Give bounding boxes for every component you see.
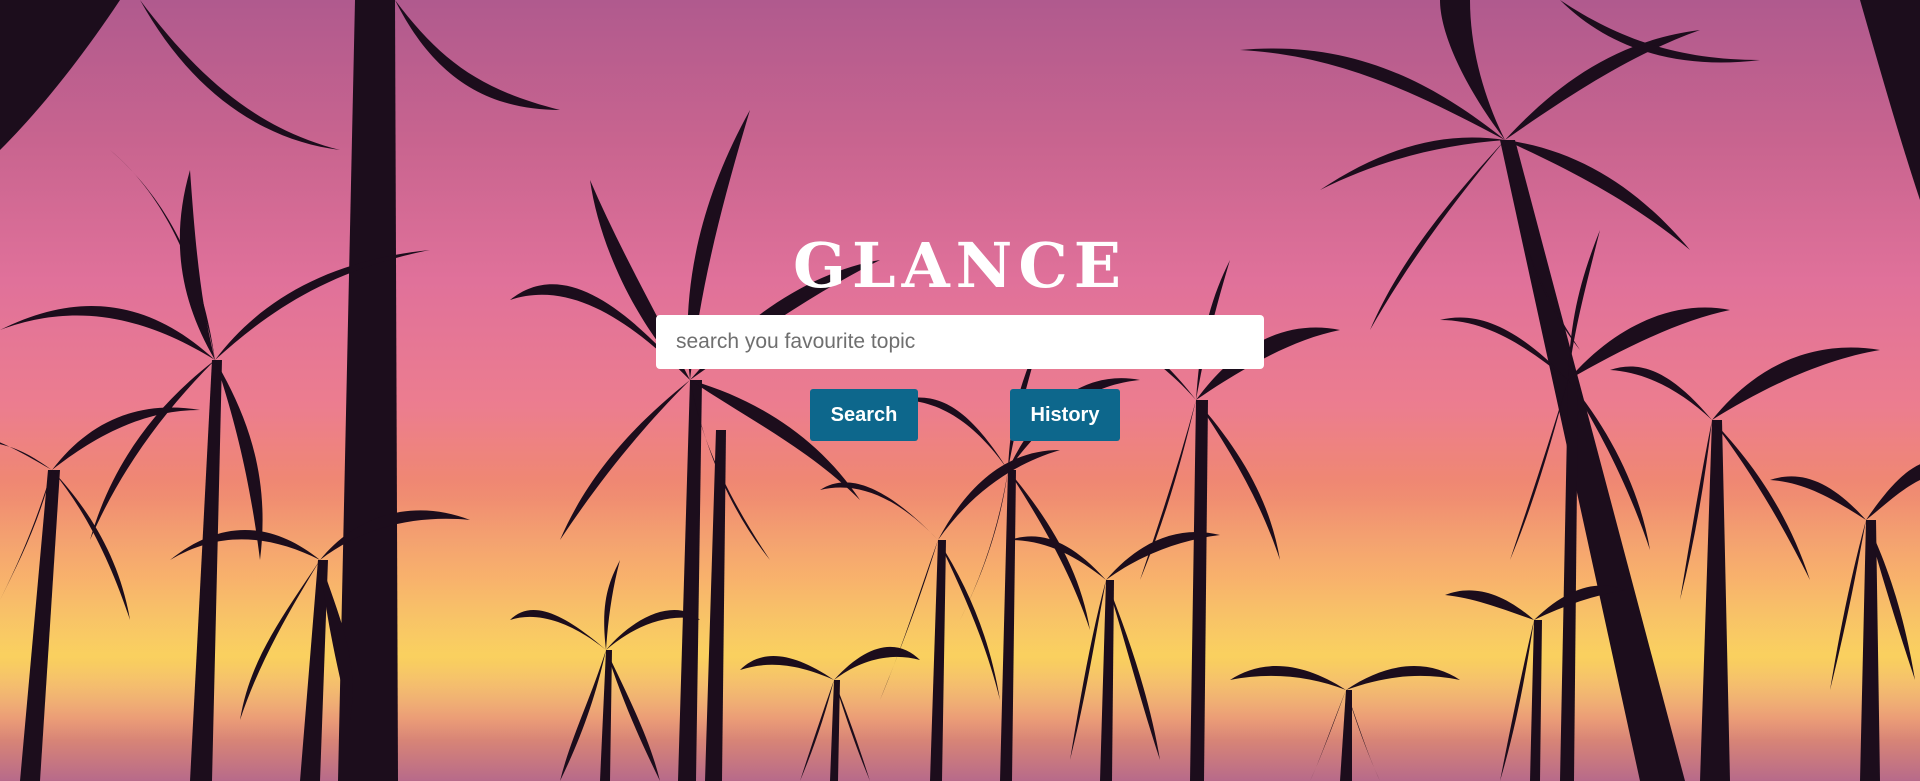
history-button[interactable]: History xyxy=(1010,389,1120,441)
brand-title: GLANCE xyxy=(793,229,1127,302)
search-button[interactable]: Search xyxy=(810,389,918,441)
button-row: Search History xyxy=(656,389,1264,443)
page-root: GLANCE Search History xyxy=(0,0,1920,781)
search-panel: GLANCE Search History xyxy=(656,230,1264,443)
search-input[interactable] xyxy=(656,315,1264,369)
